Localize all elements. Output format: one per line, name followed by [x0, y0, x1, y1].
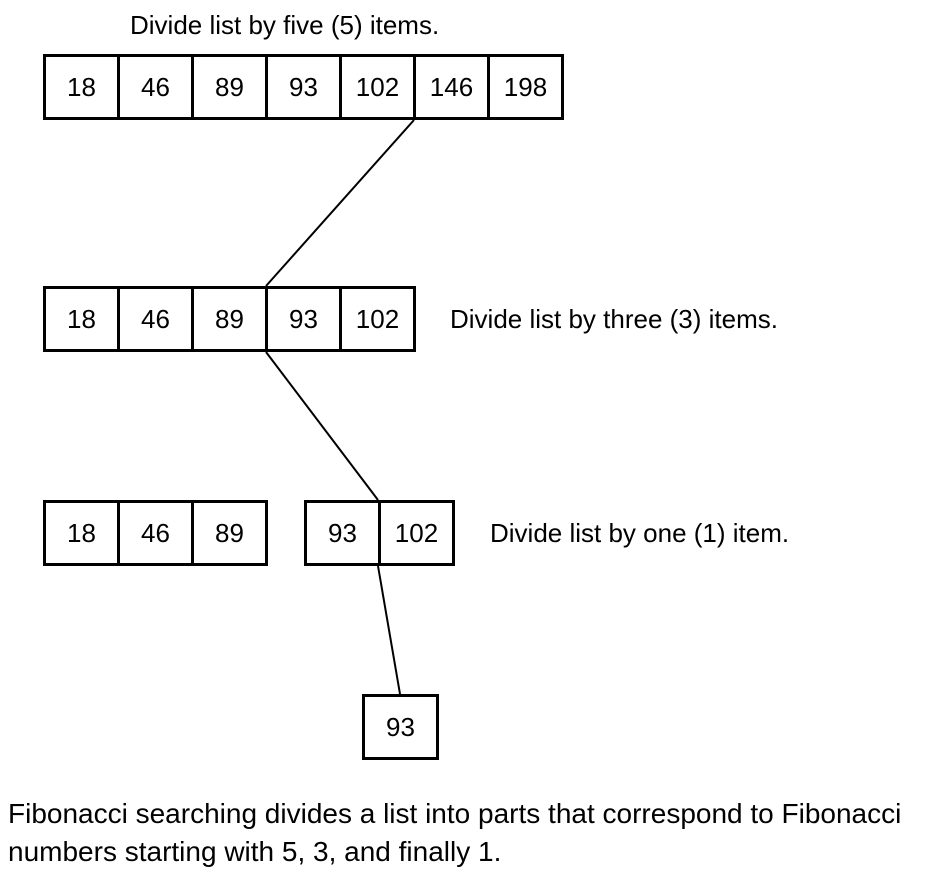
cell: 18 — [43, 54, 120, 120]
array-row-2: 18 46 89 93 102 — [43, 286, 416, 352]
array-row-4: 93 — [362, 694, 439, 760]
cell: 102 — [378, 500, 455, 566]
cell: 93 — [362, 694, 439, 760]
array-row-1: 18 46 89 93 102 146 198 — [43, 54, 564, 120]
cell: 18 — [43, 500, 120, 566]
cell: 46 — [117, 286, 194, 352]
cell: 18 — [43, 286, 120, 352]
cell: 89 — [191, 500, 268, 566]
cell: 89 — [191, 286, 268, 352]
cell: 46 — [117, 54, 194, 120]
step2-label: Divide list by three (3) items. — [450, 304, 778, 335]
caption-text: Fibonacci searching divides a list into … — [8, 795, 926, 871]
step3-label: Divide list by one (1) item. — [490, 518, 789, 549]
cell: 198 — [487, 54, 564, 120]
step1-label: Divide list by five (5) items. — [130, 10, 439, 41]
array-row-3b: 93 102 — [304, 500, 455, 566]
cell: 146 — [413, 54, 490, 120]
cell: 93 — [265, 54, 342, 120]
cell: 102 — [339, 286, 416, 352]
array-row-3a: 18 46 89 — [43, 500, 268, 566]
cell: 93 — [265, 286, 342, 352]
cell: 89 — [191, 54, 268, 120]
cell: 102 — [339, 54, 416, 120]
cell: 93 — [304, 500, 381, 566]
cell: 46 — [117, 500, 194, 566]
